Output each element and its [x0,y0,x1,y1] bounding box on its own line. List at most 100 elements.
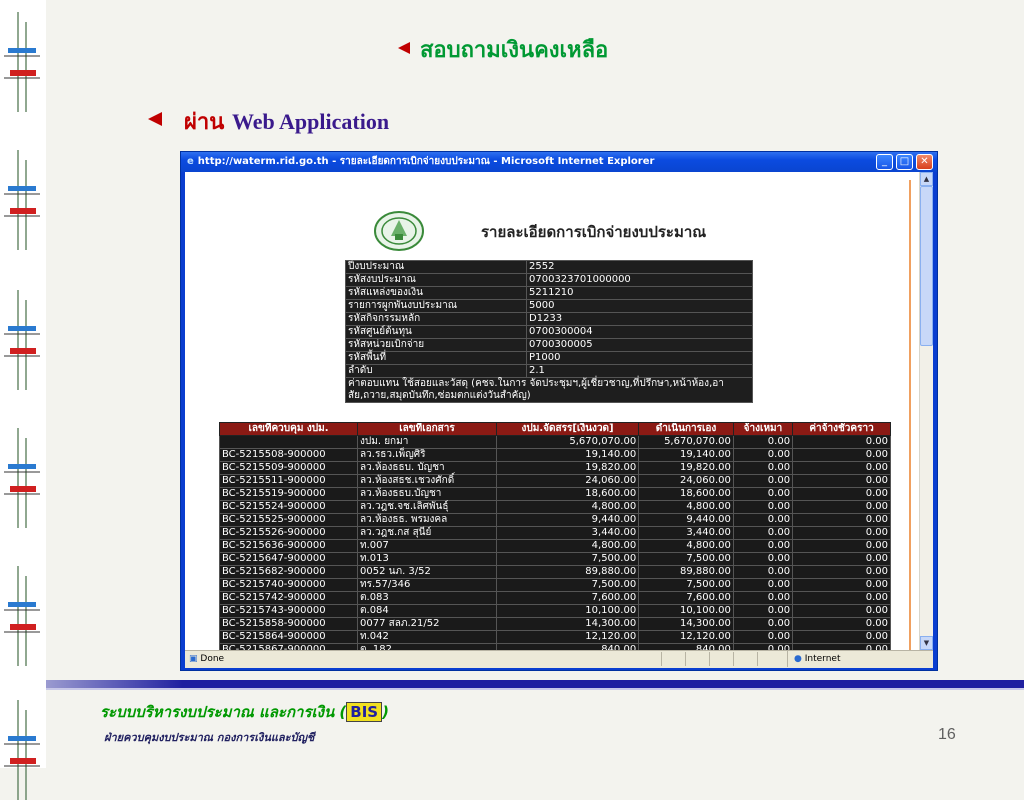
globe-icon: ● [794,654,802,664]
close-button[interactable]: ✕ [916,154,933,170]
browser-title-bar[interactable]: e http://waterm.rid.go.th - รายละเอียดการ… [181,152,937,172]
table-cell: 0.00 [792,487,891,501]
info-label: รหัสศูนย์ต้นทุน [345,325,527,339]
table-cell: 7,500.00 [495,552,640,566]
status-done-text: Done [200,654,225,664]
table-cell: ลว.ห้องธธบ.บัญชา [357,487,497,501]
info-value: 5211210 [526,286,753,300]
info-value: 0700300004 [526,325,753,339]
table-cell: 0.00 [792,539,891,553]
info-description: ค่าตอบแทน ใช้สอยและวัสดุ (คชจ.ในการ จัดป… [345,377,753,403]
table-cell: ลว.ห้องธธ. พรมงคล [357,513,497,527]
table-cell: ท.013 [357,552,497,566]
table-cell: 10,100.00 [495,604,640,618]
table-cell: 0.00 [792,552,891,566]
slide-title-text: สอบถามเงินคงเหลือ [420,38,609,63]
column-header[interactable]: จ้างเหมา [732,422,794,436]
footer-band [46,680,1024,688]
info-label: รายการผูกพันงบประมาณ [345,299,527,313]
table-row: BC-5215743-900000 ต.084 10,100.00 10,100.00… [218,604,891,618]
table-cell: 0.00 [732,513,794,527]
status-divider [733,652,734,666]
table-row: BC-5215508-900000 ลว.รธว.เพ็ญศิริ 19,140.0… [218,448,891,462]
browser-title-text: http://waterm.rid.go.th - รายละเอียดการเ… [197,156,655,167]
status-zone-text: Internet [804,654,841,664]
table-cell: ลว.รธว.เพ็ญศิริ [357,448,497,462]
info-label: รหัสพื้นที่ [345,351,527,365]
table-cell: 0.00 [732,474,794,488]
column-header[interactable]: เลขที่เอกสาร [357,422,497,436]
table-header-row: เลขที่ควบคุม งปม. เลขที่เอกสาร งปม.จัดสรร[… [218,422,891,436]
table-cell: ต.083 [357,591,497,605]
info-label: รหัสหน่วยเบิกจ่าย [345,338,527,352]
table-cell: BC-5215508-900000 [218,448,359,462]
table-cell: 0.00 [732,578,794,592]
info-row: รหัสงบประมาณ 0700323701000000 [345,273,753,287]
info-row: รายการผูกพันงบประมาณ 5000 [345,299,753,313]
table-cell: 3,440.00 [638,526,734,540]
info-value: D1233 [526,312,753,326]
scroll-thumb[interactable] [920,186,933,346]
bis-badge: BIS [346,702,383,722]
table-cell: 0.00 [792,578,891,592]
maximize-button[interactable]: □ [896,154,913,170]
budget-info-table: ปีงบประมาณ 2552 รหัสงบประมาณ 07003237010000… [345,260,753,403]
table-cell: BC-5215742-900000 [218,591,359,605]
disbursement-detail-table: เลขที่ควบคุม งปม. เลขที่เอกสาร งปม.จัดสรร[… [218,422,891,650]
column-header[interactable]: ดำเนินการเอง [638,422,734,436]
table-cell: 19,820.00 [495,461,640,475]
table-cell: 0.00 [792,591,891,605]
info-label: ปีงบประมาณ [345,260,527,274]
info-row: รหัสหน่วยเบิกจ่าย 0700300005 [345,338,753,352]
table-cell: 0.00 [732,539,794,553]
table-cell: 0077 สลภ.21/52 [357,617,497,631]
table-cell [218,435,359,449]
table-cell: 0.00 [732,487,794,501]
table-cell: 89,880.00 [638,565,734,579]
table-cell: 5,670,070.00 [638,435,734,449]
table-cell: 7,600.00 [638,591,734,605]
minimize-button[interactable]: _ [876,154,893,170]
table-cell: BC-5215509-900000 [218,461,359,475]
table-cell: 7,500.00 [638,552,734,566]
decorative-post-icon [4,290,40,390]
status-done: ▣ Done [189,651,224,667]
table-cell: ลว.ห้องสธช.เชวงศักดิ์ [357,474,497,488]
table-cell: 14,300.00 [638,617,734,631]
table-cell: BC-5215647-900000 [218,552,359,566]
footer-department: ฝ่ายควบคุมงบประมาณ กองการเงินและบัญชี [104,731,315,744]
table-row: BC-5215519-900000 ลว.ห้องธธบ.บัญชา 18,600.… [218,487,891,501]
info-label: รหัสกิจกรรมหลัก [345,312,527,326]
decorative-post-icon [4,428,40,528]
info-value: 0700323701000000 [526,273,753,287]
table-cell: 0.00 [792,500,891,514]
table-cell: BC-5215858-900000 [218,617,359,631]
vertical-scrollbar[interactable]: ▲ ▼ [919,172,933,650]
page-number: 16 [938,726,956,743]
table-cell: 0.00 [732,565,794,579]
table-cell: 19,140.00 [495,448,640,462]
info-label: รหัสงบประมาณ [345,273,527,287]
table-cell: 0.00 [792,435,891,449]
info-row: รหัสแหล่งของเงิน 5211210 [345,286,753,300]
table-cell: 0.00 [792,474,891,488]
table-cell: 18,600.00 [495,487,640,501]
page-heading: รายละเอียดการเบิกจ่ายงบประมาณ [481,223,707,241]
scroll-down-arrow-icon[interactable]: ▼ [920,636,933,650]
info-row: ปีงบประมาณ 2552 [345,260,753,274]
footer-system-name: ระบบบริหารงบประมาณ และการเงิน (BIS) [100,700,389,724]
table-cell: 0.00 [792,565,891,579]
decorative-post-icon [4,12,40,112]
table-cell: BC-5215511-900000 [218,474,359,488]
column-header[interactable]: ค่าจ้างชั่วคราว [792,422,891,436]
table-row: BC-5215682-900000 0052 นภ. 3/52 89,880.00 8… [218,565,891,579]
column-header[interactable]: งปม.จัดสรร[เงินงวด] [495,422,640,436]
decorative-post-icon [4,566,40,666]
table-cell: 0.00 [732,604,794,618]
table-cell: BC-5215743-900000 [218,604,359,618]
column-header[interactable]: เลขที่ควบคุม งปม. [218,422,359,436]
info-row: ลำดับ 2.1 [345,364,753,378]
table-cell: 0.00 [732,552,794,566]
table-cell: BC-5215636-900000 [218,539,359,553]
scroll-up-arrow-icon[interactable]: ▲ [920,172,933,186]
